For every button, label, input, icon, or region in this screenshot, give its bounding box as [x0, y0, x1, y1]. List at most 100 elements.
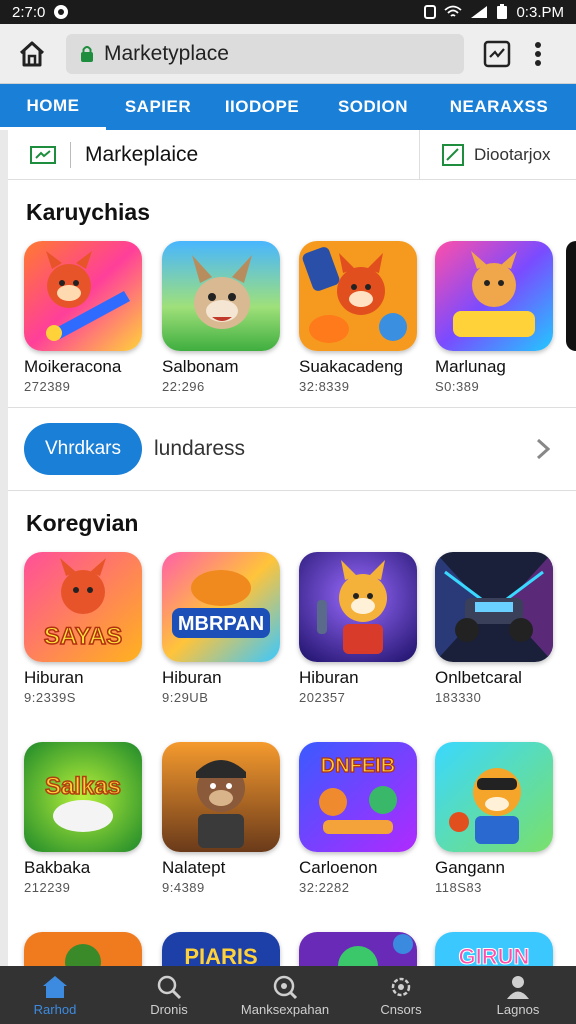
tab-nearaxss[interactable]: NEARAXSS: [432, 84, 566, 130]
app-name: Hiburan: [299, 668, 359, 687]
more-vertical-icon: [535, 41, 541, 66]
app-icon: [162, 241, 280, 351]
bottom-nav-lagnos[interactable]: Lagnos: [460, 966, 576, 1024]
status-bar: 2:7:0 0:3.PM: [0, 0, 576, 24]
search-icon: [157, 975, 182, 999]
app-icon-partial: [566, 241, 576, 351]
store-icon: [30, 145, 56, 164]
app-meta: 272389: [24, 379, 71, 394]
section-title: Karuychias: [26, 199, 151, 225]
browser-home-button[interactable]: [10, 32, 54, 76]
chart-edit-icon: [442, 143, 464, 166]
app-card[interactable]: GIRUN: [435, 932, 557, 966]
battery-icon: [497, 4, 508, 19]
bottom-nav-label: Dronis: [150, 1001, 188, 1017]
app-icon: DNFEIB: [299, 742, 417, 852]
bottom-nav-label: Cnsors: [380, 1001, 422, 1017]
app-meta: 9:4389: [162, 880, 205, 895]
app-icon: GIRUN: [435, 932, 553, 966]
marketplace-header: Markeplaice Diootarjox: [8, 129, 576, 180]
app-meta: 202357: [299, 690, 346, 705]
app-name: Nalatept: [162, 858, 226, 877]
notification-icon: [54, 5, 69, 19]
app-icon: [299, 552, 417, 662]
settings-icon: [391, 977, 411, 996]
app-icon: [435, 552, 553, 662]
home-icon: [43, 975, 67, 998]
app-name: Hiburan: [24, 668, 84, 687]
tab-sapier[interactable]: SAPIER: [106, 84, 210, 130]
bottom-nav-label: Rarhod: [33, 1001, 77, 1017]
app-card[interactable]: Gangann 118S83: [435, 742, 557, 895]
app-card[interactable]: SAYAS Hiburan 9:2339S: [24, 552, 146, 705]
left-edge-shadow: [0, 130, 8, 966]
app-meta: 118S83: [435, 880, 482, 895]
app-meta: 9:29UB: [162, 690, 209, 705]
art-text: Salkas: [45, 773, 121, 800]
promo-label: lundaress: [154, 437, 246, 460]
tab-sodion[interactable]: SODION: [314, 84, 432, 130]
url-field[interactable]: Marketyplace: [66, 33, 464, 74]
app-card[interactable]: Suakacadeng 32:8339: [299, 241, 421, 394]
art-text: DNFEIB: [321, 755, 395, 777]
nfc-icon: [424, 5, 437, 19]
directory-link[interactable]: Diootarjox: [420, 143, 551, 166]
app-icon: SAYAS: [24, 552, 142, 662]
tab-iiodope[interactable]: IIODOPE: [210, 84, 314, 130]
art-text: PIARIS: [184, 944, 257, 966]
app-card[interactable]: Onlbetcaral 183330: [435, 552, 557, 705]
app-icon: [162, 742, 280, 852]
status-clock: 0:3.PM: [516, 3, 564, 21]
bottom-nav-manksexpahan[interactable]: Manksexpahan: [228, 966, 342, 1024]
app-card[interactable]: [24, 932, 146, 966]
app-card[interactable]: Moikeracona 272389: [24, 241, 146, 394]
bottom-nav-dronis[interactable]: Dronis: [110, 966, 228, 1024]
bottom-nav-cnsors[interactable]: Cnsors: [342, 966, 460, 1024]
app-icon: [299, 241, 417, 351]
signal-icon: [471, 6, 488, 18]
app-card[interactable]: Salkas Bakbaka 212239: [24, 742, 146, 895]
tabs-button[interactable]: [482, 39, 512, 69]
app-name: Carloenon: [299, 858, 378, 877]
section-koregvian: Koregvian SAYAS Hiburan 9:2339S MBRPAN H…: [8, 492, 576, 966]
chevron-right-icon: [536, 438, 550, 460]
page-title: Markeplaice: [85, 142, 199, 166]
url-text: Marketyplace: [104, 41, 229, 65]
app-card[interactable]: Nalatept 9:4389: [162, 742, 284, 895]
app-icon: [435, 742, 553, 852]
app-icon: MBRPAN: [162, 552, 280, 662]
divider: [70, 141, 71, 168]
app-icon: Salkas: [24, 742, 142, 852]
app-card[interactable]: Hiburan 202357: [299, 552, 421, 705]
bottom-nav-home[interactable]: Rarhod: [0, 966, 110, 1024]
home-icon: [19, 41, 45, 66]
magnifier-icon: [273, 975, 298, 999]
app-name: Moikeracona: [24, 357, 122, 376]
app-card[interactable]: MBRPAN Hiburan 9:29UB: [162, 552, 284, 705]
app-meta: 9:2339S: [24, 690, 76, 705]
app-card[interactable]: Salbonam 22:296: [162, 241, 284, 394]
promo-pill-button[interactable]: Vhrdkars: [24, 423, 142, 475]
section-karuychias: Karuychias Moikeracona 272389 Salbonam 2…: [8, 181, 576, 407]
overflow-menu-button[interactable]: [526, 34, 550, 74]
art-text: GIRUN: [459, 944, 530, 966]
app-meta: 32:2282: [299, 880, 350, 895]
app-card[interactable]: Marlunag S0:389: [435, 241, 557, 394]
app-icon: [299, 932, 417, 966]
category-tabs: HOME SAPIER IIODOPE SODION NEARAXSS: [0, 84, 576, 130]
lock-icon: [81, 45, 93, 62]
wifi-icon: [444, 5, 463, 17]
tabs-icon: [483, 40, 511, 67]
person-icon: [507, 975, 529, 999]
app-meta: 32:8339: [299, 379, 350, 394]
app-card[interactable]: PIARIS: [162, 932, 284, 966]
browser-toolbar: Marketyplace: [0, 24, 576, 84]
bottom-nav-label: Manksexpahan: [240, 1001, 330, 1017]
app-icon: PIARIS: [162, 932, 280, 966]
app-icon: [24, 241, 142, 351]
app-card[interactable]: [299, 932, 421, 966]
tab-home[interactable]: HOME: [0, 84, 106, 130]
app-meta: 183330: [435, 690, 482, 705]
promo-row[interactable]: Vhrdkars lundaress: [8, 407, 576, 491]
app-card[interactable]: DNFEIB Carloenon 32:2282: [299, 742, 421, 895]
